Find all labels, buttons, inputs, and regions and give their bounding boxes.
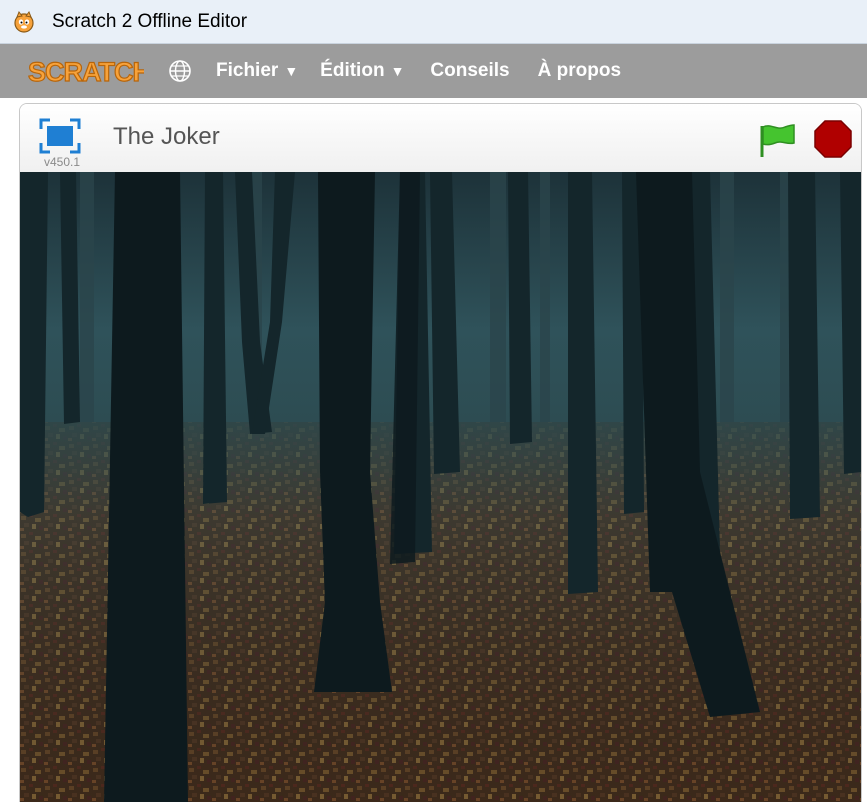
forest-backdrop <box>20 172 861 802</box>
stage-header: v450.1 The Joker <box>20 104 861 173</box>
project-title: The Joker <box>113 123 220 150</box>
menu-bar: SCRATCH Fichier ▼ Édition ▼ Conseils À p… <box>0 44 867 98</box>
version-label: v450.1 <box>44 155 81 169</box>
stage-panel: v450.1 The Joker <box>19 103 862 802</box>
window-titlebar: Scratch 2 Offline Editor <box>0 0 867 44</box>
window-title: Scratch 2 Offline Editor <box>52 10 248 32</box>
scratch-cat-icon <box>14 10 34 33</box>
fullscreen-icon[interactable] <box>38 117 82 155</box>
menu-fichier-label: Fichier <box>216 60 279 81</box>
menu-edition-label: Édition <box>320 60 385 81</box>
stage-canvas[interactable] <box>20 172 861 802</box>
globe-icon[interactable] <box>166 57 194 85</box>
chevron-down-icon: ▼ <box>390 63 405 79</box>
chevron-down-icon: ▼ <box>284 63 299 79</box>
menu-conseils-label: Conseils <box>430 60 510 81</box>
scratch-logo[interactable]: SCRATCH <box>26 53 144 89</box>
menu-edition[interactable]: Édition ▼ <box>320 60 404 82</box>
menu-a-propos[interactable]: À propos <box>538 60 621 82</box>
stop-icon[interactable] <box>813 119 853 159</box>
menu-fichier[interactable]: Fichier ▼ <box>216 60 298 82</box>
svg-text:SCRATCH: SCRATCH <box>28 57 144 87</box>
green-flag-icon[interactable] <box>757 121 797 159</box>
menu-conseils[interactable]: Conseils <box>430 60 509 82</box>
menu-a-propos-label: À propos <box>537 60 622 81</box>
scratch-logo-icon: SCRATCH <box>27 56 144 87</box>
